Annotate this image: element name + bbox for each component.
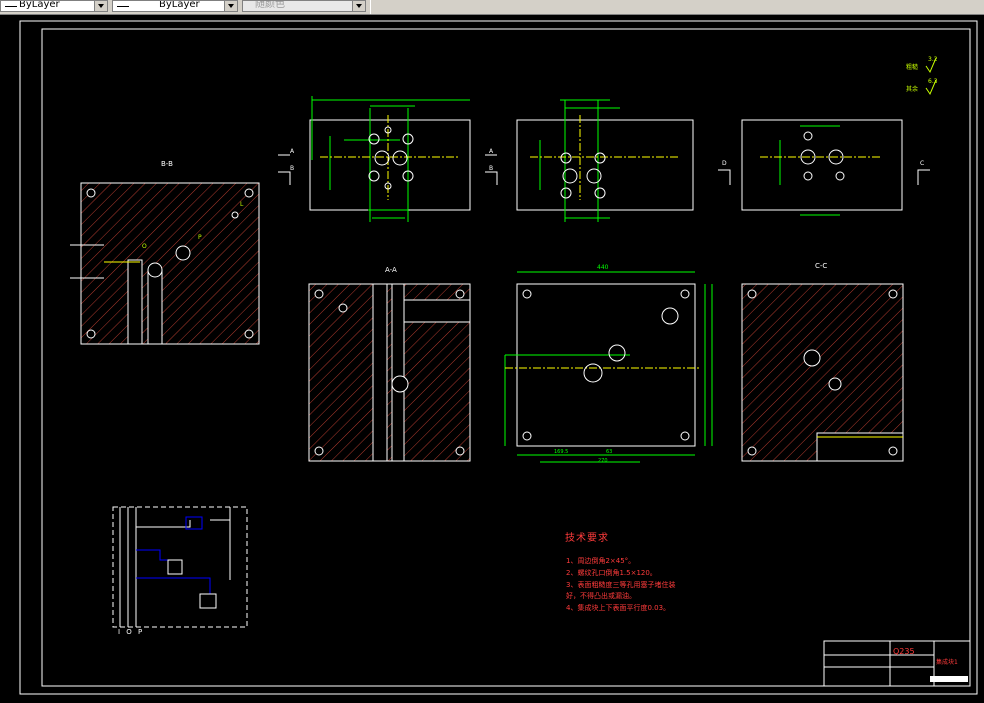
roughness-value-1: 3.2 xyxy=(928,56,938,63)
line-preview-icon xyxy=(5,6,17,7)
roughness-symbols xyxy=(925,57,937,96)
view-marker-a1: A xyxy=(290,148,295,155)
dim-top-width: 440 xyxy=(597,264,609,271)
plotstyle-value: 随颜色 xyxy=(255,0,285,10)
roughness-label-1: 粗糙 xyxy=(906,64,919,71)
lineweight-dropdown[interactable]: ByLayer xyxy=(0,0,108,12)
view-marker-b2: B xyxy=(489,165,494,172)
toolbar-empty-area xyxy=(370,0,984,14)
tech-line-5: 4、集成块上下表面平行度0.03。 xyxy=(566,604,671,612)
dim-bottom-b: 63 xyxy=(606,449,613,455)
properties-toolbar: ByLayer ByLayer 随颜色 xyxy=(0,0,984,15)
part-name-label: 集成块1 xyxy=(936,659,958,666)
section-label-bb: B-B xyxy=(161,160,173,168)
plotstyle-dropdown[interactable]: 随颜色 xyxy=(242,0,366,12)
plan-view xyxy=(504,271,713,463)
view-marker-c: C xyxy=(920,160,925,167)
view-marker-a2: A xyxy=(489,148,494,155)
tech-line-3: 3、表面粗糙度三等孔用塞子堵住装 xyxy=(566,581,676,589)
tech-line-4: 好，不得凸出或漏油。 xyxy=(566,592,636,600)
top-view-b xyxy=(485,99,694,222)
roughness-label-2: 其余 xyxy=(906,86,919,93)
schematic-ports: I O P xyxy=(118,628,145,636)
top-view-c xyxy=(718,119,930,216)
dim-bottom-a: 169.5 xyxy=(554,449,569,455)
tech-requirements-title: 技术要求 xyxy=(565,533,609,544)
linetype-dropdown[interactable]: ByLayer xyxy=(112,0,238,12)
section-cc xyxy=(741,283,904,462)
line-preview-icon xyxy=(117,6,129,7)
view-marker-b1: B xyxy=(290,165,295,172)
section-label-aa: A-A xyxy=(385,266,397,274)
tech-line-1: 1、周边倒角2×45°。 xyxy=(566,557,636,565)
view-marker-d: D xyxy=(722,160,727,167)
section-bb xyxy=(70,182,260,345)
drawing-canvas[interactable] xyxy=(0,15,984,703)
port-label-l: L xyxy=(240,201,244,208)
chevron-down-icon[interactable] xyxy=(352,1,365,11)
material-label: Q235 xyxy=(893,647,915,656)
chevron-down-icon[interactable] xyxy=(94,1,107,11)
hydraulic-schematic xyxy=(112,506,248,628)
lineweight-value: ByLayer xyxy=(19,0,60,10)
port-label-p: P xyxy=(198,234,202,241)
section-label-cc: C-C xyxy=(815,262,828,270)
chevron-down-icon[interactable] xyxy=(224,1,237,11)
port-label-o: O xyxy=(142,243,147,250)
dim-bottom-total: 270 xyxy=(598,458,608,464)
section-aa xyxy=(308,283,471,462)
linetype-value: ByLayer xyxy=(159,0,200,10)
tech-line-2: 2、螺纹孔口倒角1.5×120。 xyxy=(566,569,657,577)
roughness-value-2: 6.3 xyxy=(928,78,938,85)
top-view-a xyxy=(278,96,471,222)
